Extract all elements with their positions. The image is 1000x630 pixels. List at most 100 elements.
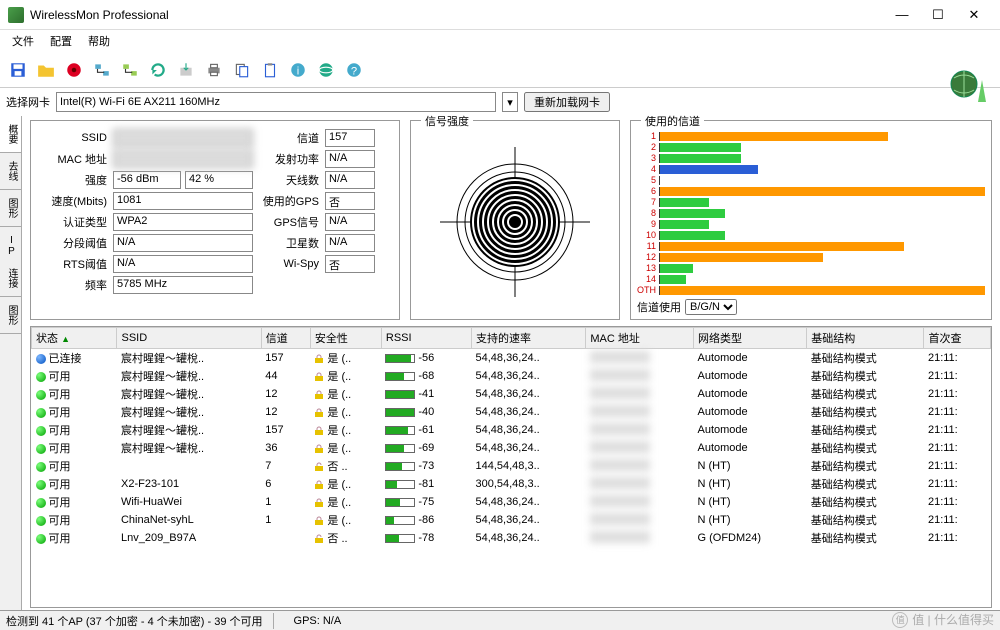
app-icon	[8, 7, 24, 23]
folder-icon[interactable]	[34, 58, 58, 82]
table-row[interactable]: 可用X2-F23-1016 是 (..-81300,54,48,3..N (HT…	[32, 475, 991, 493]
col-mac[interactable]: MAC 地址	[586, 328, 694, 349]
table-row[interactable]: 可用宸村暒鍟〜罐梲..12 是 (..-4054,48,36,24..Autom…	[32, 403, 991, 421]
status-aps: 检测到 41 个AP (37 个加密 - 4 个未加密) - 39 个可用	[6, 613, 274, 629]
channel-bar-row: 10	[637, 230, 985, 240]
gpssig-label: GPS信号	[259, 214, 319, 230]
channel-bar-row: 6	[637, 186, 985, 196]
table-row[interactable]: 可用宸村暒鍟〜罐梲..157 是 (..-6154,48,36,24..Auto…	[32, 421, 991, 439]
col-first[interactable]: 首次查	[924, 328, 991, 349]
maximize-button[interactable]: ☐	[920, 1, 956, 29]
auth-value: WPA2	[113, 213, 253, 231]
channel-panel-title: 使用的信道	[641, 113, 704, 129]
channel-bar-row: 9	[637, 219, 985, 229]
col-ssid[interactable]: SSID	[117, 328, 261, 349]
channel-label: 信道	[259, 130, 319, 146]
channel-bar-row: 3	[637, 153, 985, 163]
col-status[interactable]: 状态 ▲	[32, 328, 117, 349]
table-row[interactable]: 可用7 否 ..-73144,54,48,3..N (HT)基础结构模式21:1…	[32, 457, 991, 475]
table-row[interactable]: 可用Wifi-HuaWei1 是 (..-7554,48,36,24..N (H…	[32, 493, 991, 511]
network2-icon[interactable]	[118, 58, 142, 82]
minimize-button[interactable]: —	[884, 1, 920, 29]
col-rates[interactable]: 支持的速率	[471, 328, 585, 349]
statusbar: 检测到 41 个AP (37 个加密 - 4 个未加密) - 39 个可用 GP…	[0, 610, 1000, 630]
network1-icon[interactable]	[90, 58, 114, 82]
clipboard-icon[interactable]	[258, 58, 282, 82]
globe-antenna-icon	[948, 64, 990, 109]
copy-icon[interactable]	[230, 58, 254, 82]
table-row[interactable]: 可用宸村暒鍟〜罐梲..44 是 (..-6854,48,36,24..Autom…	[32, 367, 991, 385]
rts-value: N/A	[113, 255, 253, 273]
freq-value: 5785 MHz	[113, 276, 253, 294]
channel-bar-row: 13	[637, 263, 985, 273]
channel-bar-row: 5	[637, 175, 985, 185]
menu-help[interactable]: 帮助	[80, 31, 118, 51]
strength-label: 强度	[37, 172, 107, 188]
frag-value: N/A	[113, 234, 253, 252]
close-button[interactable]: ✕	[956, 1, 992, 29]
channel-bar-row: 7	[637, 197, 985, 207]
txpower-value: N/A	[325, 150, 375, 168]
strength-dbm: -56 dBm	[113, 171, 181, 189]
channel-bar-row: 4	[637, 164, 985, 174]
col-nettype[interactable]: 网络类型	[694, 328, 807, 349]
gpsused-label: 使用的GPS	[259, 193, 319, 209]
adapter-dropdown-icon[interactable]: ▾	[502, 92, 518, 112]
channel-mode-select[interactable]: B/G/N	[685, 299, 737, 315]
about-icon[interactable]: i	[286, 58, 310, 82]
save-icon[interactable]	[6, 58, 30, 82]
channel-bar-row: 2	[637, 142, 985, 152]
tab-graph2[interactable]: 图形	[0, 297, 21, 334]
signal-panel: 信号强度	[410, 120, 620, 320]
signal-target-icon	[440, 147, 590, 297]
tab-graph[interactable]: 图形	[0, 190, 21, 227]
menu-file[interactable]: 文件	[4, 31, 42, 51]
tab-ip[interactable]: IP 连接	[0, 227, 21, 297]
refresh-icon[interactable]	[146, 58, 170, 82]
channel-bar-row: 11	[637, 241, 985, 251]
adapter-label: 选择网卡	[6, 94, 50, 110]
signal-panel-title: 信号强度	[421, 113, 473, 129]
channel-mode-label: 信道使用	[637, 299, 681, 315]
toolbar: i ?	[0, 52, 1000, 88]
antennas-label: 天线数	[259, 172, 319, 188]
col-channel[interactable]: 信道	[261, 328, 310, 349]
reload-adapter-button[interactable]: 重新加载网卡	[524, 92, 610, 112]
speed-value: 1081	[113, 192, 253, 210]
mac-label: MAC 地址	[37, 151, 107, 167]
txpower-label: 发射功率	[259, 151, 319, 167]
tab-summary[interactable]: 概要	[0, 116, 21, 153]
col-rssi[interactable]: RSSI	[381, 328, 471, 349]
window-title: WirelessMon Professional	[30, 8, 884, 22]
adapter-select[interactable]	[56, 92, 496, 112]
col-infra[interactable]: 基础结构	[807, 328, 924, 349]
ssid-label: SSID	[37, 132, 107, 144]
ap-table[interactable]: 状态 ▲ SSID 信道 安全性 RSSI 支持的速率 MAC 地址 网络类型 …	[30, 326, 992, 608]
table-row[interactable]: 可用Lnv_209_B97A 否 ..-7854,48,36,24..G (OF…	[32, 529, 991, 547]
menu-config[interactable]: 配置	[42, 31, 80, 51]
table-row[interactable]: 可用宸村暒鍟〜罐梲..36 是 (..-6954,48,36,24..Autom…	[32, 439, 991, 457]
tab-offline[interactable]: 去线	[0, 153, 21, 190]
table-row[interactable]: 已连接宸村暒鍟〜罐梲..157 是 (..-5654,48,36,24..Aut…	[32, 349, 991, 368]
titlebar: WirelessMon Professional — ☐ ✕	[0, 0, 1000, 30]
print-icon[interactable]	[202, 58, 226, 82]
sats-value: N/A	[325, 234, 375, 252]
sats-label: 卫星数	[259, 235, 319, 251]
record-icon[interactable]	[62, 58, 86, 82]
menubar: 文件 配置 帮助	[0, 30, 1000, 52]
col-security[interactable]: 安全性	[310, 328, 381, 349]
channel-bar-row: OTH	[637, 285, 985, 295]
help-icon[interactable]: ?	[342, 58, 366, 82]
frag-label: 分段阈值	[37, 235, 107, 251]
rts-label: RTS阈值	[37, 256, 107, 272]
globe-small-icon[interactable]	[314, 58, 338, 82]
table-row[interactable]: 可用宸村暒鍟〜罐梲..12 是 (..-4154,48,36,24..Autom…	[32, 385, 991, 403]
export-icon[interactable]	[174, 58, 198, 82]
auth-label: 认证类型	[37, 214, 107, 230]
mac-value	[113, 150, 253, 168]
channel-bar-row: 12	[637, 252, 985, 262]
gpsused-value: 否	[325, 192, 375, 210]
info-panel: SSID 信道 157 MAC 地址 发射功率 N/A 强度 -56 dBm42…	[30, 120, 400, 320]
table-row[interactable]: 可用ChinaNet-syhL1 是 (..-8654,48,36,24..N …	[32, 511, 991, 529]
freq-label: 频率	[37, 277, 107, 293]
